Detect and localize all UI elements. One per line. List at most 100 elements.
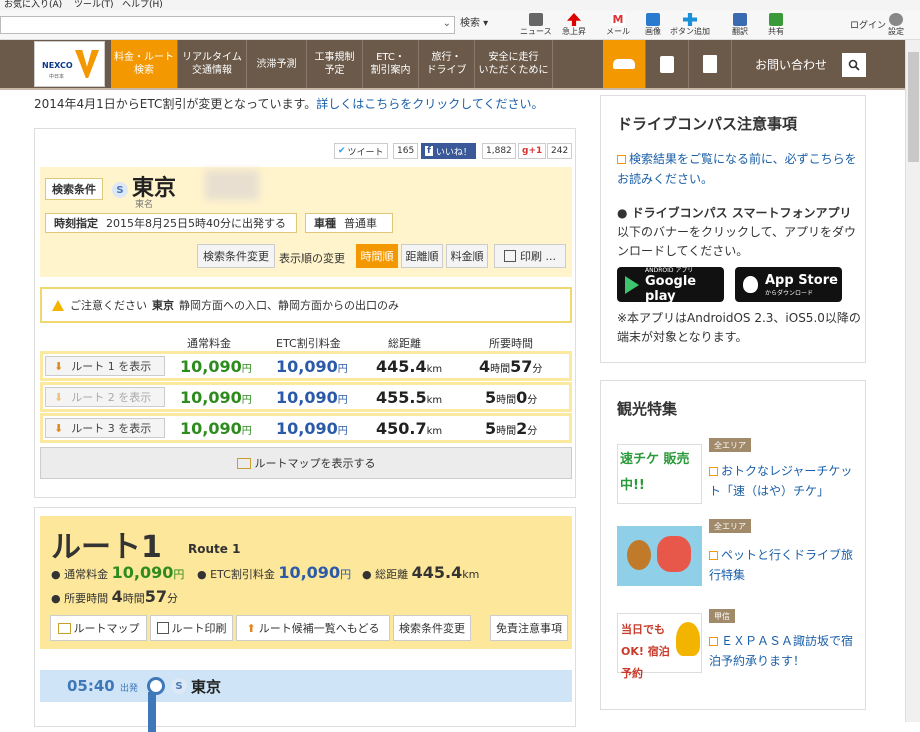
disclaimer-button[interactable]: 免責注意事項 [490, 615, 568, 641]
share-tool[interactable]: 共有 [768, 13, 784, 37]
back-up-icon: ⬆ [246, 621, 256, 635]
map-icon [236, 457, 251, 469]
route-2-etc: 10,090円 [276, 388, 348, 407]
route-1-title: ルート1 [51, 530, 162, 565]
news-tool[interactable]: ニュース [520, 13, 552, 37]
address-bar[interactable]: ⌄ [0, 16, 455, 34]
tweet-button[interactable]: ✔ ツイート [334, 143, 388, 159]
link-icon [709, 637, 718, 646]
menu-favorites[interactable]: お気に入り(A) [4, 0, 62, 10]
print-button[interactable]: 印刷 ... [494, 244, 566, 268]
building-nav-button[interactable] [689, 40, 732, 88]
chevron-down-icon[interactable]: ⌄ [443, 18, 451, 29]
translate-icon [733, 13, 747, 26]
page-scrollbar[interactable] [905, 40, 920, 722]
change-conditions-button[interactable]: 検索条件変更 [197, 244, 275, 268]
mail-tool[interactable]: M メール [606, 13, 630, 37]
warning-icon [52, 299, 64, 311]
browser-toolbar: ⌄ 検索 ▾ ニュース 急上昇 M メール 画像 ボタン追加 翻訳 共有 ログイン… [0, 11, 920, 40]
search-button[interactable]: 検索 ▾ [460, 19, 488, 29]
gplus-count: 242 [547, 143, 573, 159]
nav-safety[interactable]: 安全に走行 いただくために [475, 40, 553, 88]
car-type: 車種 普通車 [305, 213, 393, 233]
nav-construction[interactable]: 工事規制 予定 [307, 40, 363, 88]
departure-row: 05:40 出発 S 東京 [40, 670, 572, 702]
show-route-2-button[interactable]: ⬇ ルート 2 を表示 [45, 387, 165, 407]
nav-fee-route[interactable]: 料金・ルート 検索 [111, 40, 178, 88]
search-label: 検索 [460, 18, 480, 29]
hotel-reservation-link[interactable]: ＥＸＰＡＳＡ諏訪坂で宿泊予約承ります！ [709, 631, 859, 671]
show-route-3-button[interactable]: ⬇ ルート 3 を表示 [45, 418, 165, 438]
haya-ticket-link[interactable]: おトクなレジャーチケット「速（はや）チケ」 [709, 461, 859, 501]
pet-drive-link[interactable]: ペットと行くドライブ旅行特集 [709, 545, 859, 585]
area-tag: 甲信 [709, 609, 735, 623]
car-nav-button[interactable] [603, 40, 646, 88]
etc-notice-link[interactable]: 詳しくはこちらをクリックしてください。 [316, 97, 543, 111]
add-button-tool[interactable]: ボタン追加 [670, 13, 710, 37]
sort-distance-button[interactable]: 距離順 [401, 244, 443, 268]
sort-fee-button[interactable]: 料金順 [446, 244, 488, 268]
pet-drive-banner[interactable] [617, 526, 702, 586]
like-button[interactable]: f いいね！ [421, 143, 476, 159]
camera-icon [646, 13, 660, 26]
nav-etc[interactable]: ETC・ 割引案内 [363, 40, 419, 88]
nav-realtime[interactable]: リアルタイム 交通情報 [178, 40, 247, 88]
contact-link[interactable]: お問い合わせ [734, 40, 848, 88]
sort-time-button[interactable]: 時間順 [356, 244, 398, 268]
nav-congestion[interactable]: 渋滞予測 [247, 40, 307, 88]
show-route-map-button[interactable]: ルートマップを表示する [40, 447, 572, 479]
area-tag: 全エリア [709, 519, 751, 533]
menu-help[interactable]: ヘルプ(H) [122, 0, 163, 10]
app-store-badge[interactable]: App Store からダウンロード [735, 267, 842, 302]
building-icon [703, 55, 717, 73]
route-change-conditions-button[interactable]: 検索条件変更 [393, 615, 471, 641]
character-icon [676, 622, 700, 656]
scrollbar-thumb[interactable] [908, 52, 919, 162]
tweet-count: 165 [393, 143, 419, 159]
drive-compass-notice-panel: ドライブコンパス注意事項 検索結果をご覧になる前に、必ずこちらをお読みください。… [600, 95, 866, 363]
departure-place: 東京 [191, 678, 222, 696]
translate-tool[interactable]: 翻訳 [732, 13, 748, 37]
printer-icon [504, 250, 516, 262]
read-before-link[interactable]: 検索結果をご覧になる前に、必ずこちらをお読みください。 [617, 149, 857, 189]
route-map-button[interactable]: ルートマップ [50, 615, 147, 641]
tourism-title: 観光特集 [617, 400, 678, 418]
route-3-duration: 5時間2分 [485, 419, 538, 438]
station-s-icon: S [171, 678, 187, 694]
image-tool[interactable]: 画像 [645, 13, 661, 37]
mail-icon: M [611, 13, 625, 26]
route-1-distance-stat: ● 総距離 445.4km [362, 563, 480, 582]
shopping-nav-button[interactable] [646, 40, 689, 88]
back-to-list-button[interactable]: ⬆ ルート候補一覧へもどる [236, 615, 390, 641]
etc-notice: 2014年4月1日からETC割引が変更となっています。詳しくはこちらをクリックし… [34, 97, 544, 111]
route-print-button[interactable]: ルート印刷 [150, 615, 233, 641]
header-normal-fee: 通常料金 [187, 337, 231, 350]
route-2-fee: 10,090円 [180, 388, 252, 407]
google-play-badge[interactable]: ANDROID アプリ Google play [617, 267, 724, 304]
site-search-button[interactable] [842, 53, 866, 77]
haya-ticket-banner[interactable]: 速チケ 販売中!! [617, 444, 702, 504]
header-duration: 所要時間 [489, 337, 533, 350]
route-3-distance: 450.7km [376, 419, 443, 438]
gplus-button[interactable]: g+1 [518, 143, 547, 159]
sort-label: 表示順の変更 [279, 252, 345, 265]
nav-travel[interactable]: 旅行・ ドライブ [419, 40, 475, 88]
apple-icon [743, 276, 758, 293]
departure-time: 05:40 [67, 677, 115, 695]
route-1-etc-stat: ● ETC割引料金 10,090円 [197, 563, 352, 582]
route-row-2: ⬇ ルート 2 を表示 10,090円 10,090円 455.5km 5時間0分 [40, 382, 572, 412]
route-row-1: ⬇ ルート 1 を表示 10,090円 10,090円 445.4km 4時間57… [40, 351, 572, 381]
search-conditions: 検索条件 S 東京 東名 時刻指定 2015年8月25日5時40分に出発する 車種… [40, 167, 572, 277]
hotel-reservation-banner[interactable]: 当日でもOK! 宿泊予約 [617, 613, 702, 680]
show-route-1-button[interactable]: ⬇ ルート 1 を表示 [45, 356, 165, 376]
header-distance: 総距離 [388, 337, 421, 350]
area-tag: 全エリア [709, 438, 751, 452]
settings-tool[interactable]: 設定 [888, 13, 904, 37]
route-1-distance: 445.4km [376, 357, 443, 376]
app-title: ● ドライブコンパス スマートフォンアプリ [617, 206, 852, 220]
trend-tool[interactable]: 急上昇 [562, 13, 586, 37]
nexco-logo[interactable]: NEXCO 中日本 [34, 41, 105, 87]
menu-tools[interactable]: ツール(T) [74, 0, 114, 10]
login-link[interactable]: ログイン [850, 21, 886, 31]
people-illustration-icon [657, 536, 691, 572]
